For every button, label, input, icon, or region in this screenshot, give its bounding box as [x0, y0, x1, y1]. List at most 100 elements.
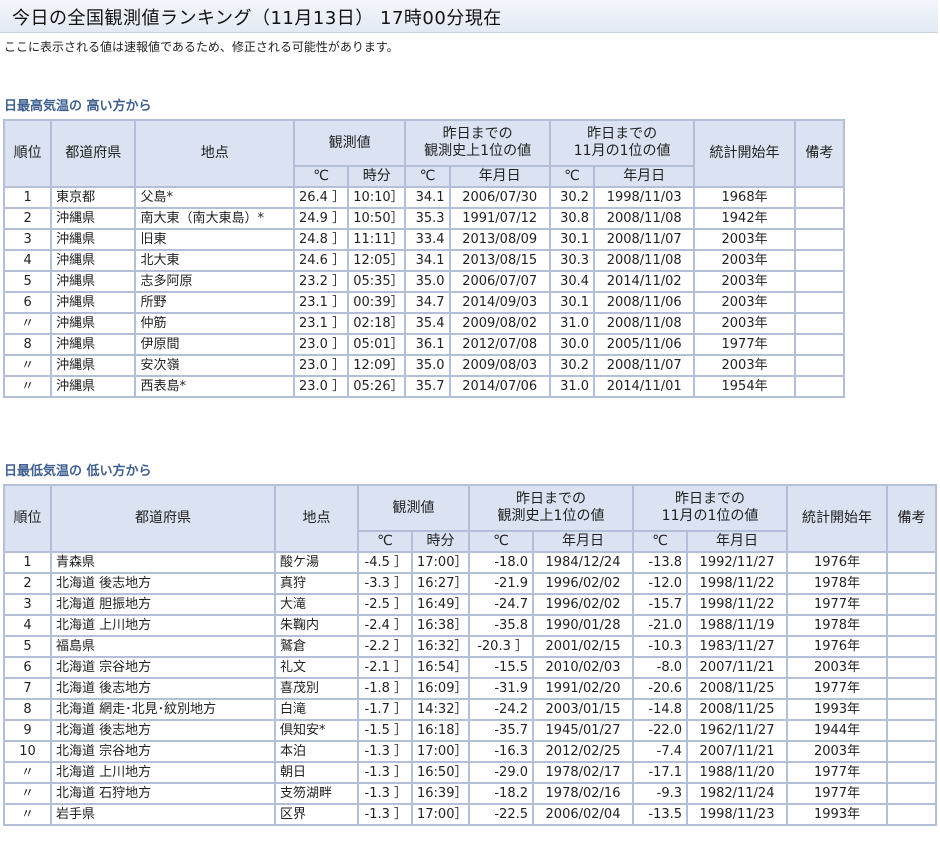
title-bar: 今日の全国観測値ランキング（11月13日） 17時00分現在: [0, 0, 938, 33]
rank-cell: 2: [3, 572, 52, 595]
time-cell: 12:05］: [347, 249, 407, 272]
remarks-cell: [793, 333, 846, 356]
header-observed: 観測値: [292, 119, 407, 167]
place-cell: 西表島*: [134, 375, 295, 398]
pref-cell: 北海道 宗谷地方: [50, 740, 276, 763]
record-date-cell: 2012/02/25: [531, 740, 635, 763]
place-cell: 安次嶺: [134, 354, 295, 377]
start-year-cell: 1977年: [786, 782, 889, 805]
record-value-cell: 33.4: [404, 228, 451, 251]
table-row: 4 沖縄県 北大東 24.6 ］ 12:05］ 34.1 2013/08/15 30.3 200…: [2, 249, 846, 272]
month-record-date-cell: 1988/11/19: [686, 614, 789, 637]
record-value-cell: -21.9: [468, 572, 534, 595]
place-cell: 本泊: [274, 740, 359, 763]
month-record-date-cell: 1992/11/27: [686, 551, 789, 574]
rank-cell: 〃: [3, 761, 52, 784]
rank-cell: 1: [2, 186, 53, 209]
header-unit: ℃: [357, 530, 413, 553]
header-date: 年月日: [448, 165, 551, 188]
remarks-cell: [886, 719, 938, 742]
pref-cell: 沖縄県: [50, 270, 137, 293]
record-date-cell: 2006/02/04: [531, 803, 635, 826]
value-cell: 23.0 ］: [292, 333, 350, 356]
time-cell: 05:35］: [347, 270, 407, 293]
header-record-month: 昨日までの 11月の1位の値: [632, 484, 789, 532]
pref-cell: 北海道 後志地方: [50, 572, 276, 595]
start-year-cell: 1978年: [786, 572, 889, 595]
month-record-value-cell: -21.0: [632, 614, 689, 637]
place-cell: 鷲倉: [274, 635, 359, 658]
record-value-cell: 35.0: [404, 270, 451, 293]
month-record-value-cell: -10.3: [632, 635, 689, 658]
header-date: 年月日: [686, 530, 789, 553]
start-year-cell: 2003年: [693, 291, 796, 314]
start-year-cell: 2003年: [693, 228, 796, 251]
month-record-value-cell: -13.8: [632, 551, 689, 574]
time-cell: 16:18］: [411, 719, 470, 742]
table-row: 2 沖縄県 南大東（南大東島）* 24.9 ］ 10:50］ 35.3 1991/07/12…: [2, 207, 846, 230]
record-date-cell: 2009/08/02: [448, 312, 551, 335]
month-record-value-cell: -13.5: [632, 803, 689, 826]
pref-cell: 北海道 宗谷地方: [50, 656, 276, 679]
record-date-cell: 2001/02/15: [531, 635, 635, 658]
month-record-value-cell: 30.0: [548, 333, 596, 356]
rank-cell: 〃: [3, 803, 52, 826]
value-cell: 23.0 ］: [292, 375, 350, 398]
record-date-cell: 2014/07/06: [448, 375, 551, 398]
place-cell: 真狩: [274, 572, 359, 595]
place-cell: 志多阿原: [134, 270, 295, 293]
rank-cell: 〃: [2, 312, 53, 335]
month-record-date-cell: 1982/11/24: [686, 782, 789, 805]
record-value-cell: -29.0: [468, 761, 534, 784]
high-section-title: 日最高気温の 高い方から: [4, 99, 152, 114]
table-row: 6 沖縄県 所野 23.1 ］ 00:39］ 34.7 2014/09/03 30.1 2008…: [2, 291, 846, 314]
record-value-cell: -35.7: [468, 719, 534, 742]
pref-cell: 北海道 網走･北見･紋別地方: [50, 698, 276, 721]
time-cell: 14:32］: [411, 698, 470, 721]
value-cell: -1.3 ］: [357, 761, 413, 784]
time-cell: 16:09］: [411, 677, 470, 700]
month-record-date-cell: 2008/11/06: [593, 291, 696, 314]
start-year-cell: 1976年: [786, 551, 889, 574]
rank-cell: 8: [2, 333, 53, 356]
month-record-value-cell: -7.4: [632, 740, 689, 763]
pref-cell: 沖縄県: [50, 228, 137, 251]
value-cell: -1.8 ］: [357, 677, 413, 700]
rank-cell: 〃: [2, 354, 53, 377]
record-value-cell: 35.0: [404, 354, 451, 377]
place-cell: 朝日: [274, 761, 359, 784]
time-cell: 17:00］: [411, 740, 470, 763]
record-value-cell: -24.2: [468, 698, 534, 721]
rank-cell: 6: [3, 656, 52, 679]
start-year-cell: 1977年: [786, 593, 889, 616]
month-record-date-cell: 2005/11/06: [593, 333, 696, 356]
rank-cell: 4: [3, 614, 52, 637]
record-value-cell: -35.8: [468, 614, 534, 637]
value-cell: -1.7 ］: [357, 698, 413, 721]
month-record-value-cell: 30.2: [548, 354, 596, 377]
month-record-value-cell: -8.0: [632, 656, 689, 679]
pref-cell: 北海道 石狩地方: [50, 782, 276, 805]
value-cell: -1.5 ］: [357, 719, 413, 742]
time-cell: 16:39］: [411, 782, 470, 805]
time-cell: 12:09］: [347, 354, 407, 377]
table-row: 〃北海道 上川地方 朝日 -1.3 ］ 16:50］ -29.0 1978/02/17 -1…: [3, 761, 938, 784]
month-record-value-cell: 30.1: [548, 291, 596, 314]
pref-cell: 沖縄県: [50, 207, 137, 230]
pref-cell: 沖縄県: [50, 375, 137, 398]
table-row: 〃沖縄県 安次嶺 23.0 ］ 12:09］ 35.0 2009/08/03 30.2 200…: [2, 354, 846, 377]
rank-cell: 3: [3, 593, 52, 616]
record-date-cell: 1945/01/27: [531, 719, 635, 742]
month-record-value-cell: -15.7: [632, 593, 689, 616]
rank-cell: 4: [2, 249, 53, 272]
place-cell: 白滝: [274, 698, 359, 721]
header-place: 地点: [274, 484, 359, 553]
record-date-cell: 1991/02/20: [531, 677, 635, 700]
month-record-value-cell: 30.8: [548, 207, 596, 230]
table-row: 1 青森県 酸ケ湯 -4.5 ］ 17:00］ -18.0 1984/12/24 -13.8 1…: [3, 551, 938, 574]
start-year-cell: 2003年: [693, 249, 796, 272]
remarks-cell: [886, 572, 938, 595]
start-year-cell: 1977年: [786, 761, 889, 784]
month-record-value-cell: 30.4: [548, 270, 596, 293]
table-row: 〃北海道 石狩地方 支笏湖畔 -1.3 ］ 16:39］ -18.2 1978/02/16…: [3, 782, 938, 805]
